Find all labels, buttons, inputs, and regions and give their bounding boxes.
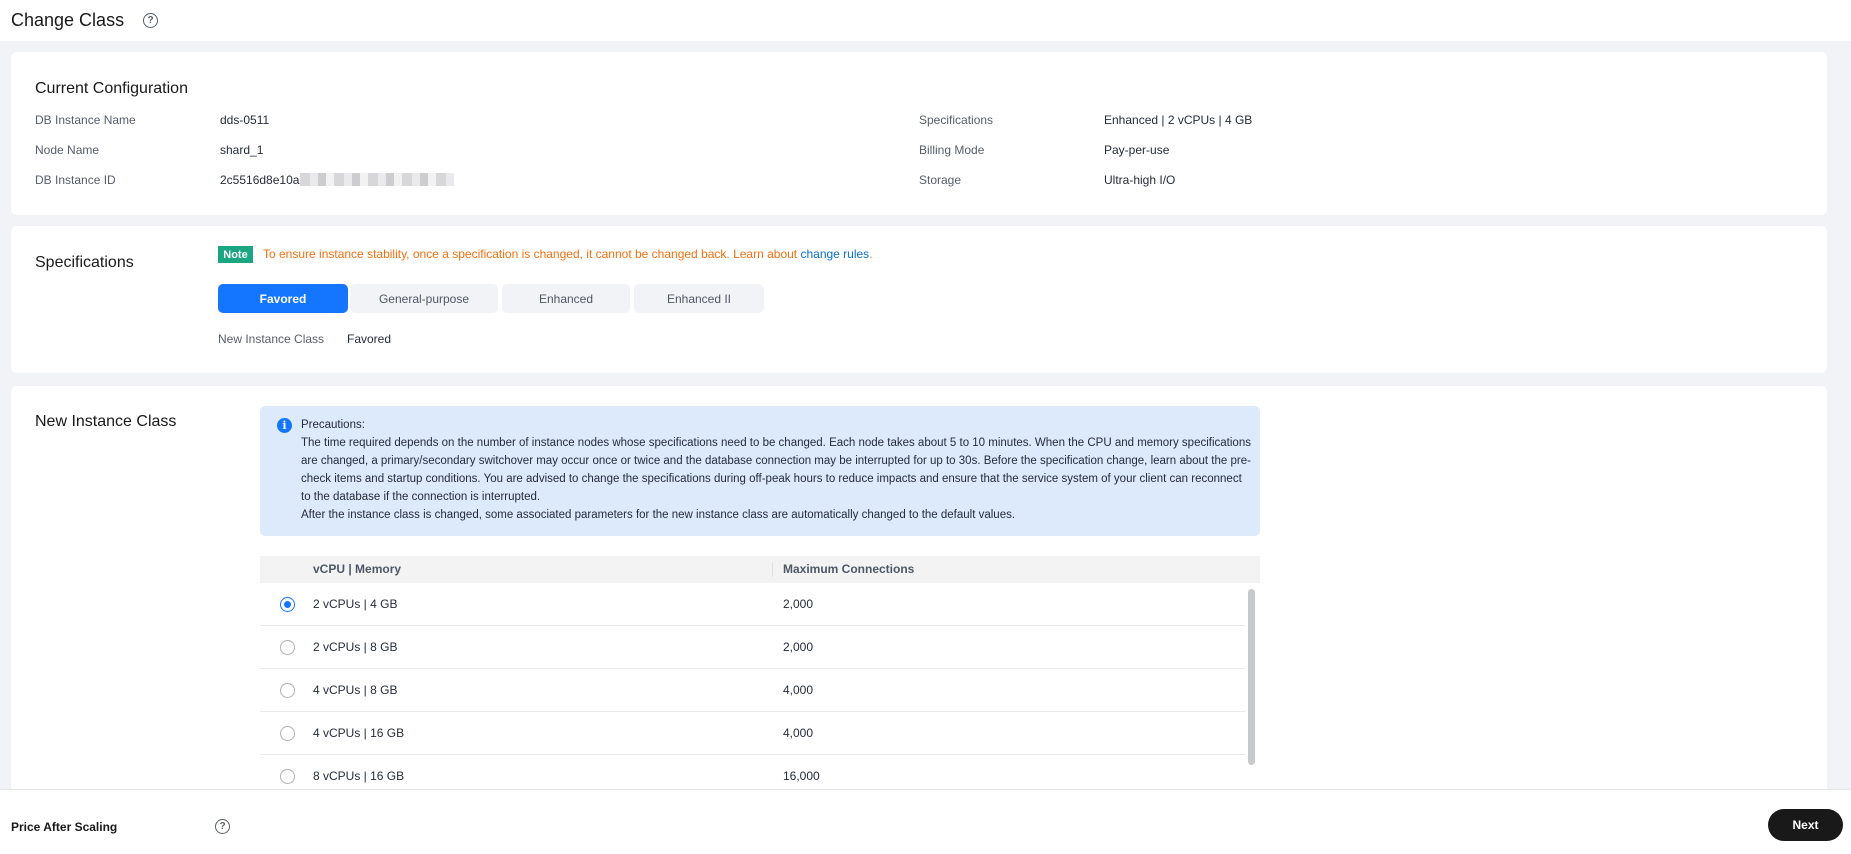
- radio-unselected[interactable]: [280, 683, 295, 698]
- table-row[interactable]: 2 vCPUs | 4 GB 2,000: [260, 583, 1245, 626]
- redacted-id-blur: [300, 173, 454, 186]
- note-message: To ensure instance stability, once a spe…: [263, 247, 801, 261]
- row-connections: 2,000: [783, 640, 814, 654]
- next-button[interactable]: Next: [1768, 809, 1843, 841]
- row-spec: 4 vCPUs | 8 GB: [313, 683, 398, 697]
- column-max-connections: Maximum Connections: [783, 562, 915, 576]
- radio-unselected[interactable]: [280, 726, 295, 741]
- page-header: Change Class ?: [0, 0, 1851, 41]
- db-instance-id-label: DB Instance ID: [35, 173, 116, 187]
- row-connections: 4,000: [783, 683, 814, 697]
- price-after-scaling-label: Price After Scaling: [11, 820, 118, 834]
- change-rules-link[interactable]: change rules: [800, 247, 869, 261]
- storage-value: Ultra-high I/O: [1104, 173, 1176, 187]
- table-header: vCPU | Memory Maximum Connections: [260, 556, 1260, 583]
- table-scrollbar[interactable]: [1248, 589, 1255, 765]
- column-vcpu-memory: vCPU | Memory: [313, 562, 402, 576]
- node-name-label: Node Name: [35, 143, 100, 157]
- column-divider: [772, 562, 773, 577]
- new-instance-class-value: Favored: [347, 332, 392, 346]
- billing-mode-label: Billing Mode: [919, 143, 985, 157]
- tab-favored[interactable]: Favored: [218, 284, 348, 313]
- tab-enhanced[interactable]: Enhanced: [502, 284, 630, 313]
- db-instance-id-value: 2c5516d8e10a: [220, 173, 300, 187]
- new-instance-class-label: New Instance Class: [218, 332, 325, 346]
- radio-selected[interactable]: [280, 597, 295, 612]
- radio-unselected[interactable]: [280, 640, 295, 655]
- table-row[interactable]: 4 vCPUs | 16 GB 4,000: [260, 712, 1245, 755]
- db-instance-name-label: DB Instance Name: [35, 113, 136, 127]
- node-name-value: shard_1: [220, 143, 264, 157]
- storage-label: Storage: [919, 173, 962, 187]
- tab-enhanced-ii[interactable]: Enhanced II: [634, 284, 764, 313]
- row-spec: 2 vCPUs | 4 GB: [313, 597, 398, 611]
- row-connections: 16,000: [783, 769, 820, 783]
- current-configuration-title: Current Configuration: [35, 80, 188, 97]
- specifications-title: Specifications: [35, 254, 134, 271]
- note-text: To ensure instance stability, once a spe…: [263, 247, 873, 261]
- new-instance-class-title: New Instance Class: [35, 413, 177, 430]
- precautions-alert: i Precautions: The time required depends…: [260, 406, 1260, 536]
- footer-bar: Price After Scaling ? Next: [0, 789, 1851, 854]
- question-circle-icon[interactable]: ?: [143, 13, 159, 28]
- page-title: Change Class: [11, 10, 125, 30]
- specifications-value: Enhanced | 2 vCPUs | 4 GB: [1104, 113, 1253, 127]
- instance-class-table: vCPU | Memory Maximum Connections 2 vCPU…: [260, 556, 1260, 798]
- current-configuration-card: [11, 52, 1827, 215]
- billing-mode-value: Pay-per-use: [1104, 143, 1170, 157]
- row-connections: 4,000: [783, 726, 814, 740]
- row-spec: 4 vCPUs | 16 GB: [313, 726, 405, 740]
- precautions-footer: After the instance class is changed, som…: [301, 509, 1016, 521]
- table-row[interactable]: 4 vCPUs | 8 GB 4,000: [260, 669, 1245, 712]
- row-spec: 2 vCPUs | 8 GB: [313, 640, 398, 654]
- radio-unselected[interactable]: [280, 769, 295, 784]
- row-connections: 2,000: [783, 597, 814, 611]
- precautions-body: The time required depends on the number …: [301, 437, 1251, 503]
- price-help-icon[interactable]: ?: [215, 819, 230, 834]
- db-instance-name-value: dds-0511: [220, 113, 270, 127]
- table-row[interactable]: 2 vCPUs | 8 GB 2,000: [260, 626, 1245, 669]
- note-badge: Note: [218, 246, 253, 263]
- row-spec: 8 vCPUs | 16 GB: [313, 769, 405, 783]
- note-end: .: [869, 247, 873, 261]
- specifications-label: Specifications: [919, 113, 994, 127]
- tab-general-purpose[interactable]: General-purpose: [350, 284, 498, 313]
- precautions-heading: Precautions:: [301, 419, 365, 431]
- info-icon: i: [277, 418, 292, 433]
- precautions-text: Precautions: The time required depends o…: [301, 416, 1251, 524]
